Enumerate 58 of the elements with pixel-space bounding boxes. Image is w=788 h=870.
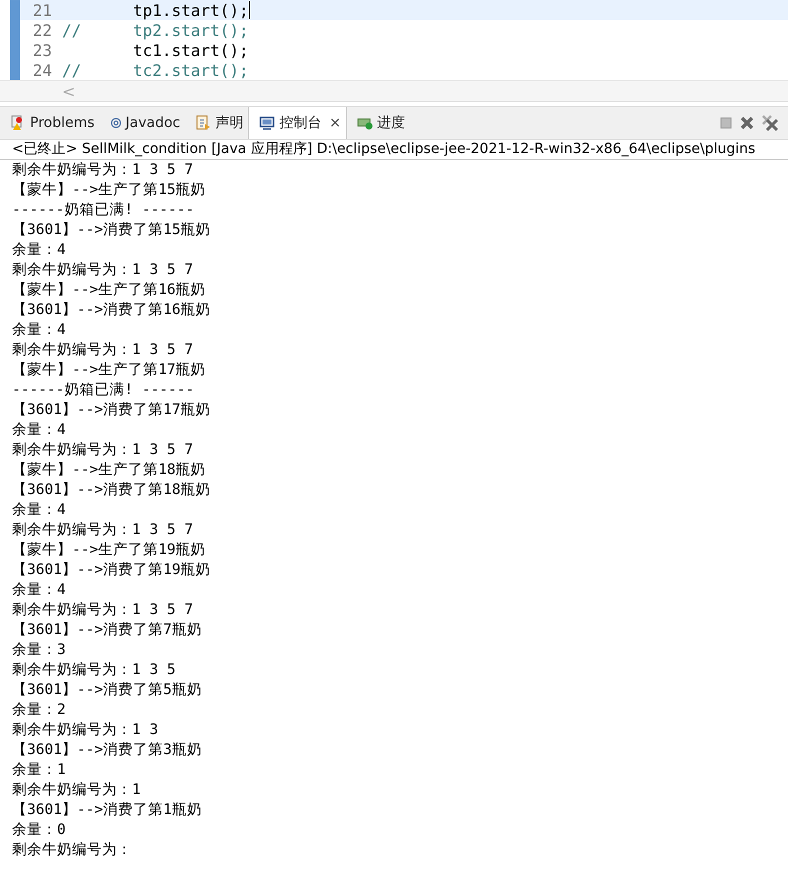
comment-mark: // bbox=[61, 60, 82, 80]
console-line: 【蒙牛】-->生产了第16瓶奶 bbox=[12, 281, 207, 300]
console-header: <已终止> SellMilk_condition [Java 应用程序] D:\eclipse\eclipse-jee-2021-12-R-win32-x86_64\eclipse\plugins bbox=[0, 140, 788, 160]
console-line: 【蒙牛】-->生产了第18瓶奶 bbox=[12, 461, 207, 480]
console-line: 【蒙牛】-->生产了第15瓶奶 bbox=[12, 181, 207, 200]
console-line: 【3601】-->消费了第7瓶奶 bbox=[12, 621, 203, 640]
close-icon[interactable]: × bbox=[329, 115, 341, 131]
console-line: 剩余牛奶编号为：1 3 bbox=[12, 721, 160, 740]
console-line: 【3601】-->消费了第17瓶奶 bbox=[12, 401, 212, 420]
console-line: 【3601】-->消费了第1瓶奶 bbox=[12, 801, 203, 820]
console-line: 【蒙牛】-->生产了第17瓶奶 bbox=[12, 361, 207, 380]
console-line: 【3601】-->消费了第16瓶奶 bbox=[12, 301, 212, 320]
console-line: 【3601】-->消费了第3瓶奶 bbox=[12, 741, 203, 760]
console-line: ------奶箱已满! ------ bbox=[12, 381, 196, 400]
console-line: 剩余牛奶编号为：1 3 5 7 bbox=[12, 261, 194, 280]
console-line: 【3601】-->消费了第19瓶奶 bbox=[12, 561, 212, 580]
console-line: 余量：4 bbox=[12, 501, 67, 520]
progress-icon bbox=[357, 116, 373, 130]
view-tab[interactable]: 控制台 × bbox=[248, 107, 347, 139]
remove-all-icon[interactable] bbox=[762, 115, 778, 131]
view-tab[interactable]: Problems bbox=[0, 107, 100, 139]
console-line: 余量：2 bbox=[12, 701, 67, 720]
code-line: tp2.start(); bbox=[133, 20, 249, 40]
view-tab[interactable]: 声明 bbox=[185, 107, 248, 139]
console-line: 剩余牛奶编号为：1 3 5 bbox=[12, 661, 177, 680]
view-tab[interactable]: Javadoc bbox=[100, 107, 186, 139]
line-number: 21 bbox=[32, 0, 52, 20]
console-line: 余量：4 bbox=[12, 581, 67, 600]
console-line: 剩余牛奶编号为：1 bbox=[12, 781, 142, 800]
document-icon bbox=[195, 115, 212, 131]
console-line: 余量：4 bbox=[12, 321, 67, 340]
console-line: 【3601】-->消费了第18瓶奶 bbox=[12, 481, 212, 500]
console-line: 【3601】-->消费了第15瓶奶 bbox=[12, 221, 212, 240]
console-line: ------奶箱已满! ------ bbox=[12, 201, 196, 220]
console-line: 余量：4 bbox=[12, 421, 67, 440]
line-number: 23 bbox=[32, 40, 52, 60]
console-line: 余量：3 bbox=[12, 641, 67, 660]
console-line: 剩余牛奶编号为： bbox=[12, 841, 133, 860]
code-line: tc1.start(); bbox=[133, 40, 249, 60]
console-line: 余量：0 bbox=[12, 821, 67, 840]
console-line: 余量：4 bbox=[12, 241, 67, 260]
console-line: 剩余牛奶编号为：1 3 5 7 bbox=[12, 601, 194, 620]
console-line: 剩余牛奶编号为：1 3 5 7 bbox=[12, 161, 194, 180]
view-tab[interactable]: 进度 bbox=[347, 107, 410, 139]
text-cursor bbox=[248, 1, 250, 19]
line-number: 22 bbox=[32, 20, 52, 40]
comment-mark: // bbox=[61, 20, 82, 40]
console-line: 余量：1 bbox=[12, 761, 67, 780]
code-line: tp1.start(); bbox=[133, 0, 249, 20]
console-line: 【3601】-->消费了第5瓶奶 bbox=[12, 681, 203, 700]
console-line: 剩余牛奶编号为：1 3 5 7 bbox=[12, 441, 194, 460]
line-number: 24 bbox=[32, 60, 52, 80]
console-line: 剩余牛奶编号为：1 3 5 7 bbox=[12, 341, 194, 360]
console-line: 【蒙牛】-->生产了第19瓶奶 bbox=[12, 541, 207, 560]
code-line: tc2.start(); bbox=[133, 60, 249, 80]
monitor-icon bbox=[259, 115, 276, 131]
remove-icon[interactable] bbox=[740, 116, 754, 130]
console-line: 剩余牛奶编号为：1 3 5 7 bbox=[12, 521, 194, 540]
